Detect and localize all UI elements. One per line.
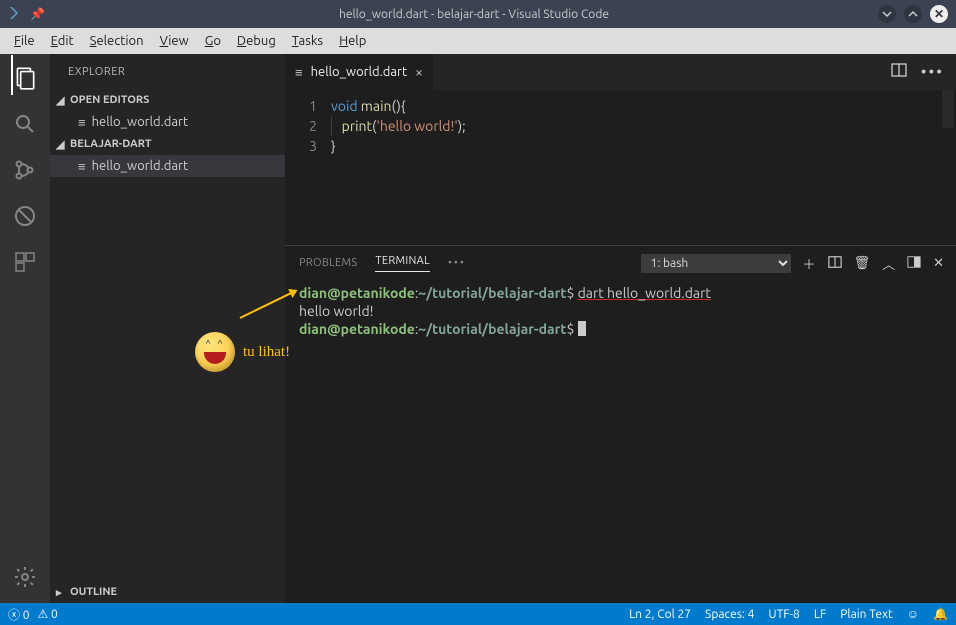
panel-more-icon[interactable]: ••• [448, 257, 466, 269]
more-actions-icon[interactable]: ••• [921, 63, 944, 81]
code-func: main [358, 98, 392, 114]
terminal-line: hello world! [299, 302, 942, 320]
project-filename: hello_world.dart [92, 159, 189, 173]
new-terminal-icon[interactable]: ＋ [803, 254, 816, 273]
feedback-icon[interactable]: ☺ [907, 607, 919, 621]
explorer-icon[interactable] [11, 64, 39, 92]
menubar: File Edit Selection View Go Debug Tasks … [0, 28, 956, 54]
warnings-icon[interactable]: ⚠ 0 [38, 607, 58, 621]
project-label: BELAJAR-DART [70, 138, 152, 150]
code-text: } [331, 138, 336, 154]
menu-view[interactable]: View [152, 34, 197, 48]
menu-go[interactable]: Go [197, 34, 229, 48]
file-icon: ≡ [78, 115, 86, 130]
maximize-icon[interactable] [904, 5, 922, 23]
activity-bar [0, 54, 50, 603]
settings-gear-icon[interactable] [11, 563, 39, 591]
code-text: (){ [391, 98, 405, 114]
project-file[interactable]: ≡ hello_world.dart [50, 155, 285, 177]
close-tab-icon[interactable]: × [415, 64, 423, 80]
errors-count: 0 [23, 609, 30, 622]
window-titlebar: 📌 hello_world.dart - belajar-dart - Visu… [0, 0, 956, 28]
kill-terminal-icon[interactable]: 🗑 [854, 256, 871, 271]
sidebar-title: EXPLORER [50, 54, 285, 89]
errors-icon[interactable]: ⓧ 0 [8, 606, 30, 623]
menu-edit[interactable]: Edit [43, 34, 82, 48]
gutter: 1 2 3 [285, 96, 331, 245]
terminal-path: ~/tutorial/belajar-dart [418, 285, 566, 301]
main-area: EXPLORER ◢OPEN EDITORS ≡ hello_world.dart… [0, 54, 956, 603]
status-encoding[interactable]: UTF-8 [768, 608, 799, 621]
close-icon[interactable]: ✕ [930, 5, 948, 23]
status-lncol[interactable]: Ln 2, Col 27 [629, 608, 691, 621]
terminal-user: dian@petanikode [299, 321, 415, 337]
terminal-cursor [578, 321, 586, 336]
tab-problems[interactable]: PROBLEMS [299, 257, 357, 269]
bottom-panel: PROBLEMS TERMINAL ••• 1: bash ＋ 🗑 ︿ ✕ di… [285, 245, 956, 603]
close-panel-icon[interactable]: ✕ [933, 256, 944, 271]
terminal-prompt: $ [566, 285, 574, 301]
code-string: 'hello world!' [376, 118, 457, 134]
line-number: 3 [285, 136, 317, 156]
terminal-select[interactable]: 1: bash [641, 254, 791, 273]
file-icon: ≡ [78, 159, 86, 174]
terminal-output[interactable]: dian@petanikode:~/tutorial/belajar-dart$… [285, 280, 956, 603]
code-keyword: void [331, 98, 358, 114]
outline-section[interactable]: ▸OUTLINE [50, 581, 285, 603]
line-number: 1 [285, 96, 317, 116]
terminal-prompt: $ [566, 321, 574, 337]
extensions-icon[interactable] [11, 248, 39, 276]
menu-debug[interactable]: Debug [229, 34, 284, 48]
open-editors-label: OPEN EDITORS [70, 94, 149, 106]
pin-icon[interactable]: 📌 [30, 7, 45, 21]
project-section[interactable]: ◢BELAJAR-DART [50, 133, 285, 155]
open-editors-section[interactable]: ◢OPEN EDITORS [50, 89, 285, 111]
panel-tabs: PROBLEMS TERMINAL ••• 1: bash ＋ 🗑 ︿ ✕ [285, 246, 956, 280]
window-title: hello_world.dart - belajar-dart - Visual… [70, 8, 878, 21]
tab-bar: ≡ hello_world.dart × ••• [285, 54, 956, 90]
move-panel-icon[interactable] [907, 255, 921, 272]
open-editor-filename: hello_world.dart [92, 115, 189, 129]
status-language[interactable]: Plain Text [840, 608, 893, 621]
menu-selection[interactable]: Selection [82, 34, 152, 48]
status-spaces[interactable]: Spaces: 4 [705, 608, 754, 621]
source-control-icon[interactable] [11, 156, 39, 184]
maximize-panel-icon[interactable]: ︿ [882, 254, 895, 273]
editor-panel: ≡ hello_world.dart × ••• 1 2 3 void main… [285, 54, 956, 603]
menu-tasks[interactable]: Tasks [284, 34, 331, 48]
line-number: 2 [285, 116, 317, 136]
open-editor-file[interactable]: ≡ hello_world.dart [50, 111, 285, 133]
minimize-icon[interactable] [878, 5, 896, 23]
split-terminal-icon[interactable] [828, 255, 842, 272]
file-icon: ≡ [295, 65, 303, 80]
vscode-icon [8, 5, 24, 24]
terminal-command: dart hello_world.dart [578, 285, 711, 301]
tab-terminal[interactable]: TERMINAL [375, 255, 430, 272]
split-editor-icon[interactable] [891, 62, 907, 82]
outline-label: OUTLINE [70, 586, 117, 598]
code-func: print [342, 118, 372, 134]
editor-scrollbar[interactable] [942, 90, 954, 128]
menu-help[interactable]: Help [331, 34, 374, 48]
debug-icon[interactable] [11, 202, 39, 230]
explorer-sidebar: EXPLORER ◢OPEN EDITORS ≡ hello_world.dart… [50, 54, 285, 603]
warnings-count: 0 [51, 608, 58, 621]
tab-label: hello_world.dart [311, 65, 408, 79]
tab-hello-world[interactable]: ≡ hello_world.dart × [285, 54, 434, 90]
terminal-path: ~/tutorial/belajar-dart [418, 321, 566, 337]
notifications-icon[interactable]: 🔔 [933, 607, 948, 621]
terminal-user: dian@petanikode [299, 285, 415, 301]
code-text: ); [458, 118, 466, 134]
menu-file[interactable]: File [6, 34, 43, 48]
code-lines: void main(){ print('hello world!'); } [331, 96, 956, 245]
search-icon[interactable] [11, 110, 39, 138]
code-editor[interactable]: 1 2 3 void main(){ print('hello world!')… [285, 90, 956, 245]
status-eol[interactable]: LF [814, 608, 826, 621]
